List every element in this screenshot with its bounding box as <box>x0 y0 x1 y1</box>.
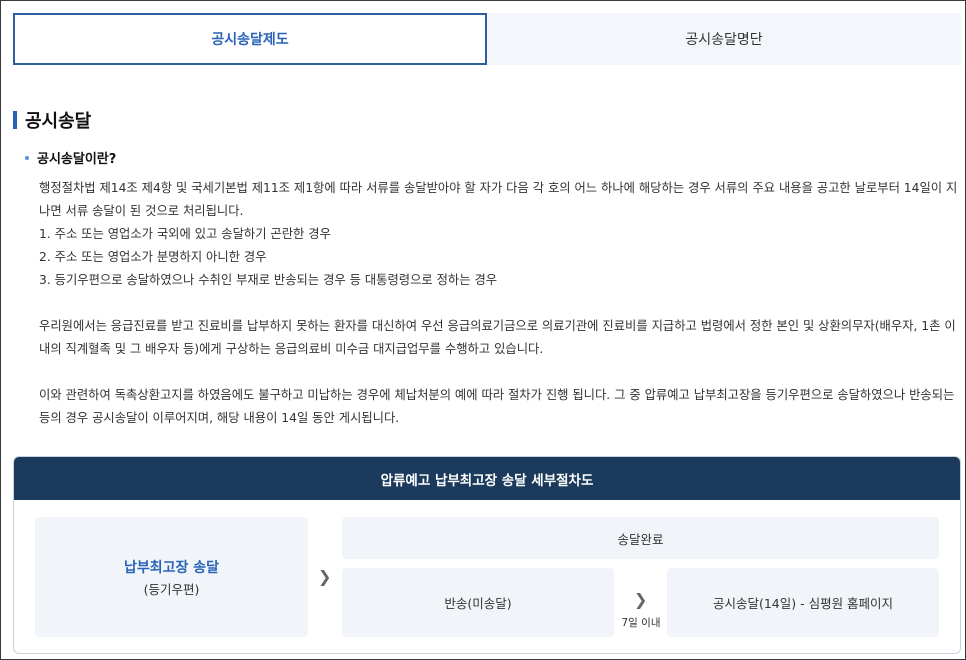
list-item: 1. 주소 또는 영업소가 국외에 있고 송달하기 곤란한 경우 <box>39 227 331 241</box>
sub-title: 공시송달이란? <box>25 148 116 167</box>
step-send-notice: 납부최고장 송달 (등기우편) <box>35 517 308 637</box>
within-days-label: 7일 이내 <box>621 617 661 629</box>
step-delivered: 송달완료 <box>342 517 939 559</box>
section-title-text: 공시송달 <box>25 111 92 132</box>
tab-public-notice-list[interactable]: 공시송달명단 <box>487 13 961 65</box>
title-accent-bar <box>13 111 17 129</box>
sub-title-text: 공시송달이란? <box>37 152 117 167</box>
description: 행정절차법 제14조 제4항 및 국세기본법 제11조 제1항에 따라 서류를 … <box>39 177 959 430</box>
intro-paragraph: 행정절차법 제14조 제4항 및 국세기본법 제11조 제1항에 따라 서류를 … <box>39 181 958 218</box>
list-item: 3. 등기우편으로 송달하였으나 수취인 부재로 반송되는 경우 등 대통령령으… <box>39 273 498 287</box>
step-send-notice-title: 납부최고장 송달 <box>123 559 220 576</box>
tab-public-notice-system[interactable]: 공시송달제도 <box>13 13 487 65</box>
paragraph-process: 이와 관련하여 독촉상환고지를 하였음에도 불구하고 미납하는 경우에 체납처분… <box>39 388 955 425</box>
step-public-notice: 공시송달(14일) - 심평원 홈페이지 <box>667 568 939 637</box>
page-frame: 공시송달제도 공시송달명단 공시송달 공시송달이란? 행정절차법 제14조 제4… <box>0 0 966 660</box>
procedure-title: 압류예고 납부최고장 송달 세부절차도 <box>14 457 960 500</box>
procedure-diagram: 압류예고 납부최고장 송달 세부절차도 납부최고장 송달 (등기우편) ❯ 송달… <box>13 456 961 654</box>
step-public-notice-label: 공시송달(14일) - 심평원 홈페이지 <box>712 596 894 611</box>
step-returned: 반송(미송달) <box>342 568 614 637</box>
step-returned-label: 반송(미송달) <box>444 596 512 611</box>
paragraph-agency: 우리원에서는 응급진료를 받고 진료비를 납부하지 못하는 환자를 대신하여 우… <box>39 319 956 356</box>
section-title: 공시송달 <box>13 108 91 132</box>
chevron-right-icon: ❯ <box>634 590 648 609</box>
step-delivered-label: 송달완료 <box>617 531 664 547</box>
bullet-icon <box>25 155 29 160</box>
chevron-right-icon: ❯ <box>318 567 332 586</box>
tab-bar: 공시송달제도 공시송달명단 <box>13 13 961 65</box>
step-send-notice-sub: (등기우편) <box>143 581 200 597</box>
list-item: 2. 주소 또는 영업소가 분명하지 아니한 경우 <box>39 250 267 264</box>
